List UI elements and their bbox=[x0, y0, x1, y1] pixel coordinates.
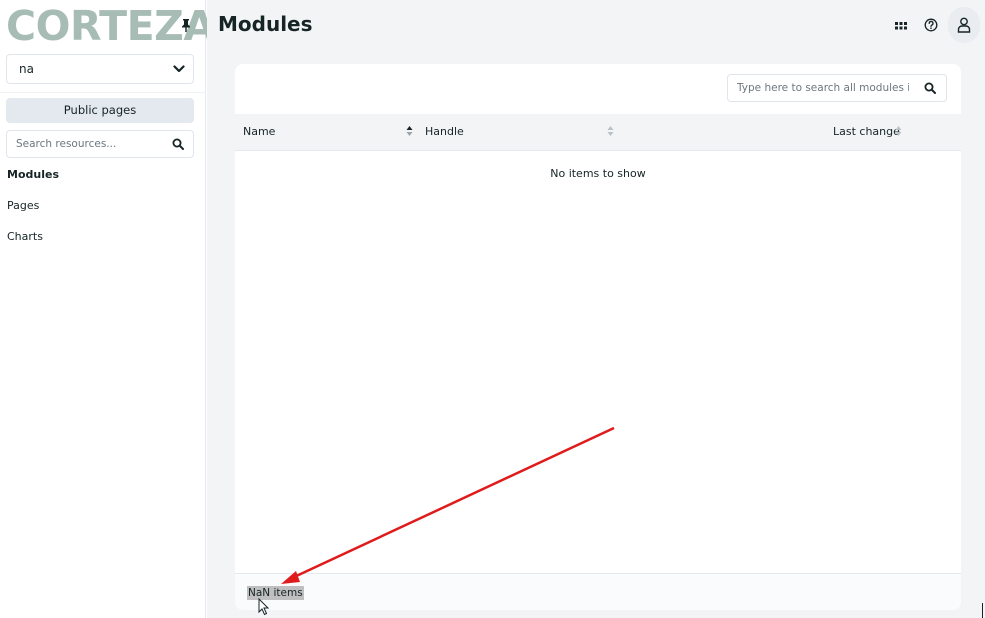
page-title: Modules bbox=[218, 12, 313, 36]
resource-search-input[interactable] bbox=[8, 132, 158, 156]
column-header-last-change[interactable]: Last change bbox=[833, 125, 900, 138]
table-header: Name Handle Last change bbox=[235, 114, 961, 151]
table-footer: NaN items bbox=[235, 573, 961, 610]
resource-search bbox=[6, 130, 194, 158]
sidebar-item-pages[interactable]: Pages bbox=[7, 199, 39, 212]
user-icon bbox=[957, 17, 971, 33]
module-search-input[interactable] bbox=[729, 76, 909, 100]
sidebar-divider bbox=[0, 92, 206, 93]
apps-grid-icon[interactable] bbox=[895, 20, 907, 32]
public-pages-button[interactable]: Public pages bbox=[6, 98, 194, 123]
item-count: NaN items bbox=[247, 586, 304, 600]
sidebar: CORTEZA na Public pages Modules Pages Ch… bbox=[0, 0, 215, 618]
column-header-name[interactable]: Name bbox=[243, 125, 275, 138]
text-caret bbox=[982, 603, 983, 618]
module-search bbox=[727, 74, 947, 102]
pin-icon[interactable] bbox=[180, 18, 192, 32]
modules-card: Name Handle Last change No items to show… bbox=[235, 64, 961, 610]
search-icon[interactable] bbox=[924, 82, 936, 94]
sidebar-item-charts[interactable]: Charts bbox=[7, 230, 43, 243]
sort-icon[interactable] bbox=[895, 125, 902, 137]
empty-state-text: No items to show bbox=[550, 167, 646, 180]
sort-icon[interactable] bbox=[406, 125, 413, 137]
main-content: Modules Name bbox=[207, 0, 985, 618]
mouse-cursor-icon bbox=[258, 598, 270, 616]
search-icon[interactable] bbox=[172, 138, 184, 150]
sidebar-item-modules[interactable]: Modules bbox=[7, 168, 59, 181]
namespace-value: na bbox=[19, 62, 34, 76]
user-menu-button[interactable] bbox=[948, 7, 980, 43]
sort-icon[interactable] bbox=[607, 125, 614, 137]
column-header-handle[interactable]: Handle bbox=[425, 125, 464, 138]
help-icon[interactable] bbox=[924, 18, 938, 32]
chevron-down-icon bbox=[173, 65, 185, 73]
namespace-select[interactable]: na bbox=[6, 54, 194, 84]
